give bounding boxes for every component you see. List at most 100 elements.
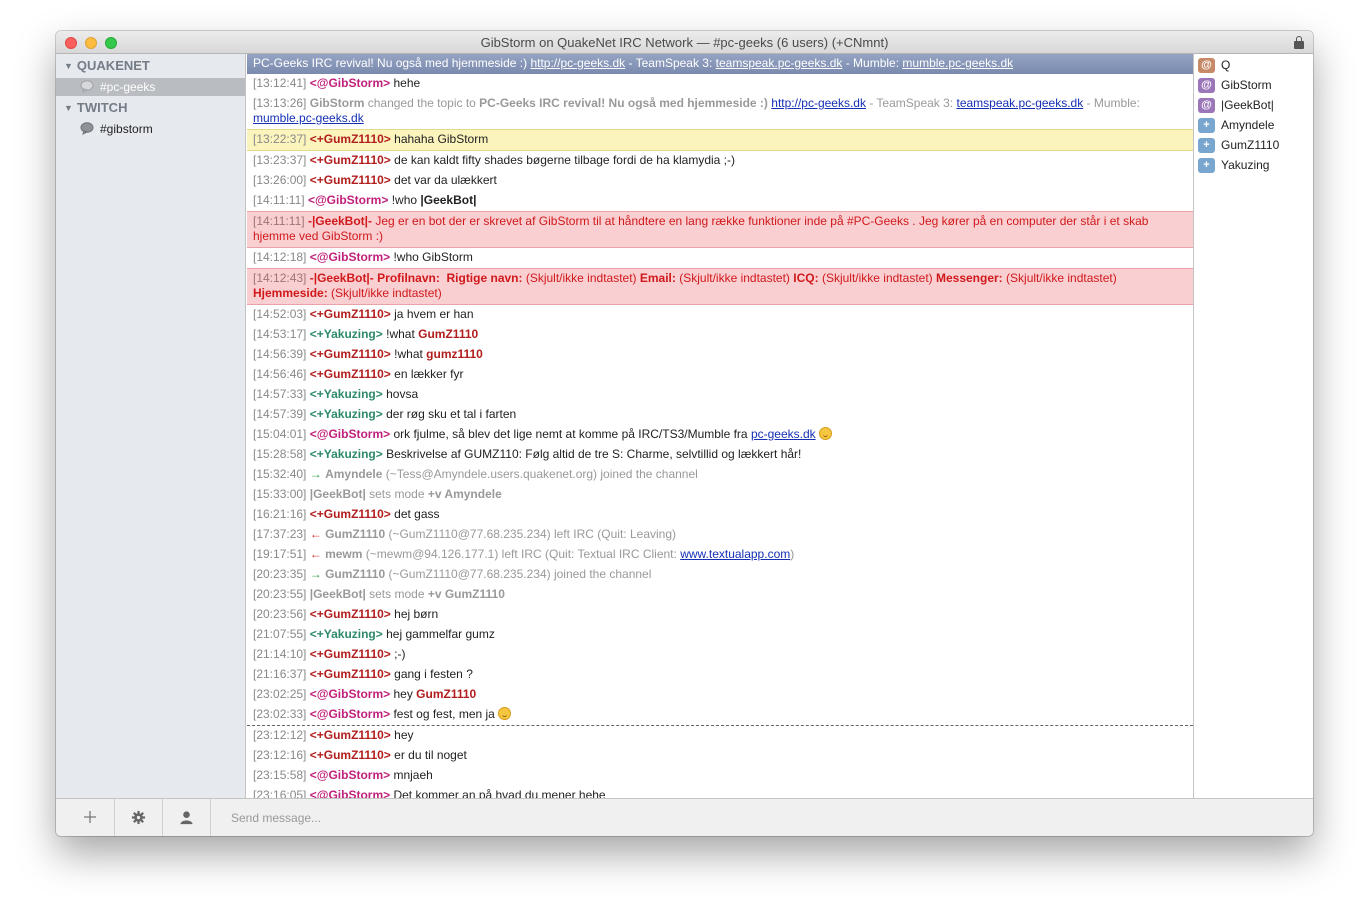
chat-log[interactable]: [13:12:41] <@GibStorm> hehe [13:13:26] G… (247, 74, 1193, 798)
person-icon (180, 811, 193, 825)
voice-badge-icon: + (1198, 118, 1215, 133)
nickname[interactable]: <+Yakuzing> (310, 387, 383, 401)
nickname[interactable]: <+GumZ1110> (310, 507, 391, 521)
channel-name: #pc-geeks (100, 80, 156, 94)
nickname[interactable]: <@GibStorm> (310, 76, 390, 90)
nickname[interactable]: <+GumZ1110> (310, 647, 391, 661)
message-line: [14:56:46] <+GumZ1110> en lækker fyr (253, 367, 464, 381)
message-line: [13:26:00] <+GumZ1110> det var da ulække… (253, 173, 497, 187)
join-arrow-icon: → (309, 567, 322, 581)
topic-link[interactable]: teamspeak.pc-geeks.dk (716, 56, 843, 70)
nickname[interactable]: <@GibStorm> (310, 707, 390, 721)
nickname[interactable]: <+GumZ1110> (310, 728, 391, 742)
network-header-quakenet[interactable]: ▼ QUAKENET (64, 58, 150, 73)
join-arrow-icon: → (309, 467, 322, 481)
message-line: [16:21:16] <+GumZ1110> det gass (253, 507, 440, 521)
smiley-emoji-icon (498, 707, 512, 720)
join-event-line: [20:23:35] → GumZ1110 (~GumZ1110@77.68.2… (253, 567, 652, 581)
op-badge-icon: @ (1198, 58, 1215, 73)
disclosure-triangle-icon[interactable]: ▼ (64, 61, 73, 71)
message-line: [23:12:16] <+GumZ1110> er du til noget (253, 748, 467, 762)
message-line: [23:02:33] <@GibStorm> fest og fest, men… (247, 705, 1193, 725)
nickname[interactable]: <+Yakuzing> (310, 447, 383, 461)
user-info-button[interactable] (163, 799, 211, 836)
app-window: GibStorm on QuakeNet IRC Network — #pc-g… (56, 31, 1313, 836)
nickname[interactable]: <@GibStorm> (310, 788, 390, 798)
message-input[interactable] (225, 806, 1305, 830)
nickname[interactable]: |GeekBot| (310, 587, 366, 601)
message-line: [13:23:37] <+GumZ1110> de kan kaldt fift… (253, 153, 735, 167)
nickname[interactable]: <+GumZ1110> (310, 307, 391, 321)
message-link[interactable]: http://pc-geeks.dk (771, 96, 866, 110)
bot-notice-line: [14:11:11] -|GeekBot|- Jeg er en bot der… (247, 211, 1193, 248)
nickname[interactable]: mewm (325, 547, 362, 561)
message-line: [14:11:11] <@GibStorm> !who |GeekBot| (253, 193, 477, 207)
message-line: [14:52:03] <+GumZ1110> ja hvem er han (253, 307, 474, 321)
nickname[interactable]: -|GeekBot|- (310, 271, 374, 285)
nickname[interactable]: <+GumZ1110> (310, 347, 391, 361)
chat-bubble-icon (80, 122, 94, 135)
nickname[interactable]: <@GibStorm> (310, 250, 390, 264)
message-line: [23:12:12] <+GumZ1110> hey (253, 728, 414, 742)
nickname[interactable]: <@GibStorm> (308, 193, 388, 207)
message-line: [21:07:55] <+Yakuzing> hej gammelfar gum… (253, 627, 495, 641)
topic-link[interactable]: http://pc-geeks.dk (530, 56, 625, 70)
add-button[interactable] (67, 799, 115, 836)
message-link[interactable]: teamspeak.pc-geeks.dk (956, 96, 1083, 110)
nickname[interactable]: GibStorm (310, 96, 365, 110)
nickname[interactable]: <+GumZ1110> (310, 132, 391, 146)
nickname[interactable]: -|GeekBot|- (308, 214, 372, 228)
message-line: [21:16:37] <+GumZ1110> gang i festen ? (253, 667, 473, 681)
nickname[interactable]: <+Yakuzing> (310, 327, 383, 341)
smiley-emoji-icon (818, 427, 832, 440)
message-link[interactable]: pc-geeks.dk (751, 427, 816, 441)
lock-icon (1294, 36, 1304, 49)
nickname[interactable]: <+GumZ1110> (310, 607, 391, 621)
op-badge-icon: @ (1198, 78, 1215, 93)
topic-bar: PC-Geeks IRC revival! Nu også med hjemme… (247, 54, 1193, 74)
title-bar: GibStorm on QuakeNet IRC Network — #pc-g… (56, 31, 1313, 54)
voice-badge-icon: + (1198, 158, 1215, 173)
plus-icon (84, 811, 96, 823)
message-line: [13:12:41] <@GibStorm> hehe (253, 76, 421, 90)
nickname[interactable]: <+GumZ1110> (310, 367, 391, 381)
network-header-twitch[interactable]: ▼ TWITCH (64, 100, 127, 115)
nickname[interactable]: <+Yakuzing> (310, 627, 383, 641)
message-line: [14:53:17] <+Yakuzing> !what GumZ1110 (253, 327, 479, 341)
nickname[interactable]: Amyndele (325, 467, 382, 481)
bot-notice-line: [14:12:43] -|GeekBot|- Profilnavn: Rigti… (247, 268, 1193, 305)
voice-badge-icon: + (1198, 138, 1215, 153)
mode-event-line: [20:23:55] |GeekBot| sets mode +v GumZ11… (253, 587, 505, 601)
settings-button[interactable] (115, 799, 163, 836)
nickname[interactable]: <@GibStorm> (310, 687, 390, 701)
nickname[interactable]: <+Yakuzing> (310, 407, 383, 421)
nickname[interactable]: <@GibStorm> (310, 768, 390, 782)
nickname[interactable]: <+GumZ1110> (310, 153, 391, 167)
gear-icon (131, 810, 146, 825)
message-line: [20:23:56] <+GumZ1110> hej børn (253, 607, 439, 621)
op-badge-icon: @ (1198, 98, 1215, 113)
nickname[interactable]: GumZ1110 (325, 527, 385, 541)
user-list: @ Q @ GibStorm @ |GeekBot| + Amyndele + … (1193, 54, 1313, 798)
nickname[interactable]: <+GumZ1110> (310, 173, 391, 187)
mode-event-line: [15:33:00] |GeekBot| sets mode +v Amynde… (253, 487, 502, 501)
nickname[interactable]: |GeekBot| (310, 487, 366, 501)
server-list-sidebar: ▼ QUAKENET #pc-geeks ▼ TWITCH #gibstorm (56, 54, 246, 798)
channel-item-gibstorm[interactable]: #gibstorm (56, 120, 245, 138)
topic-link[interactable]: mumble.pc-geeks.dk (902, 56, 1013, 70)
nickname[interactable]: GumZ1110 (325, 567, 385, 581)
message-link[interactable]: www.textualapp.com (680, 547, 790, 561)
join-event-line: [15:32:40] → Amyndele (~Tess@Amyndele.us… (253, 467, 698, 481)
quit-event-line: [19:17:51] ← mewm (~mewm@94.126.177.1) l… (253, 547, 795, 561)
quit-arrow-icon: ← (309, 527, 322, 541)
quit-event-line: [17:37:23] ← GumZ1110 (~GumZ1110@77.68.2… (253, 527, 677, 541)
nickname[interactable]: <+GumZ1110> (310, 748, 391, 762)
disclosure-triangle-icon[interactable]: ▼ (64, 103, 73, 113)
message-line: [23:16:05] <@GibStorm> Det kommer an på … (247, 786, 1193, 798)
message-link[interactable]: mumble.pc-geeks.dk (253, 111, 364, 125)
channel-item-pc-geeks[interactable]: #pc-geeks (56, 78, 245, 96)
message-line: [14:12:18] <@GibStorm> !who GibStorm (253, 250, 473, 264)
quit-arrow-icon: ← (309, 547, 322, 561)
nickname[interactable]: <@GibStorm> (310, 427, 390, 441)
nickname[interactable]: <+GumZ1110> (310, 667, 391, 681)
